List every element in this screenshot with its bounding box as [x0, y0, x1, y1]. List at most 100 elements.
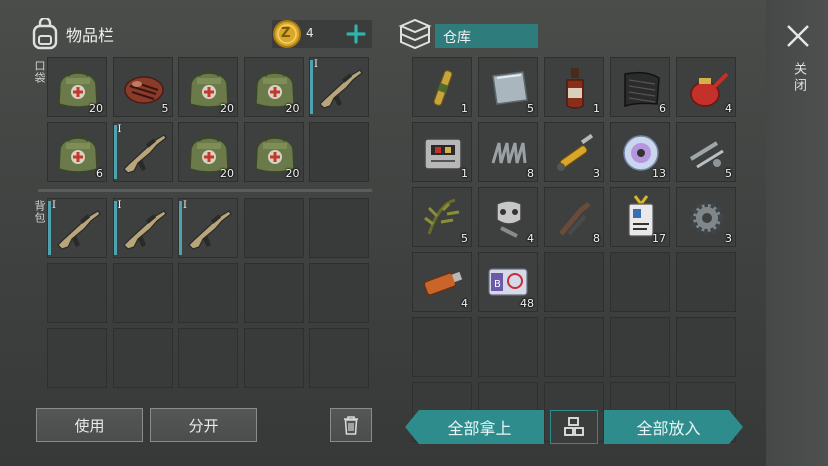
take-all-button[interactable]: 全部拿上 — [405, 410, 544, 444]
backpack-slot[interactable]: I — [47, 198, 107, 258]
rifle-icon — [120, 129, 168, 177]
storage-slot[interactable] — [544, 317, 604, 377]
item-count: 5 — [725, 167, 732, 180]
bolts-icon — [683, 129, 731, 177]
put-all-button[interactable]: 全部放入 — [604, 410, 743, 444]
storage-slot[interactable]: 4 — [676, 57, 736, 117]
inventory-header: 物品栏 — [30, 18, 114, 50]
item-count: 48 — [520, 297, 534, 310]
durability-bar — [310, 60, 313, 114]
pocket-slot[interactable]: I — [112, 122, 173, 182]
medkit-bag-icon — [54, 129, 102, 177]
backpack-slot[interactable] — [309, 263, 369, 323]
close-button[interactable] — [784, 22, 812, 50]
trash-icon — [344, 416, 358, 435]
plus-icon — [346, 24, 366, 44]
gear-icon — [683, 194, 731, 242]
storage-slot[interactable]: 5 — [412, 187, 472, 247]
rifle-icon — [120, 205, 168, 253]
storage-slot[interactable]: 1 — [412, 122, 472, 182]
storage-slot[interactable]: 3 — [544, 122, 604, 182]
storage-slot[interactable]: 5 — [676, 122, 736, 182]
storage-slot[interactable]: B 48 — [478, 252, 538, 312]
backpack-slot[interactable] — [112, 263, 173, 323]
pocket-slot[interactable]: 6 — [47, 122, 107, 182]
backpack-slot[interactable]: I — [178, 198, 238, 258]
tier-label: I — [52, 200, 56, 211]
discard-button[interactable] — [330, 408, 372, 442]
storage-slot[interactable] — [412, 317, 472, 377]
backpack-slot[interactable] — [178, 328, 238, 388]
backpack-slot[interactable] — [47, 263, 107, 323]
storage-slot[interactable] — [544, 252, 604, 312]
storage-slot[interactable]: 17 — [610, 187, 670, 247]
pocket-slot[interactable]: 20 — [243, 122, 304, 182]
tier-label: I — [117, 124, 122, 135]
storage-slot[interactable] — [610, 317, 670, 377]
pocket-label: 口袋 — [33, 60, 46, 84]
backpack-slot[interactable] — [47, 328, 107, 388]
durability-bar — [113, 125, 117, 179]
durability-bar — [48, 201, 51, 255]
inventory-title: 物品栏 — [66, 26, 115, 45]
backpack-slot[interactable] — [309, 328, 369, 388]
rubber-sheet-icon — [617, 64, 665, 112]
item-count: 5 — [461, 232, 468, 245]
item-count: 4 — [527, 232, 534, 245]
item-count: 20 — [285, 167, 300, 180]
svg-text:B: B — [494, 279, 501, 290]
item-count: 6 — [96, 167, 103, 180]
storage-slot[interactable] — [478, 317, 538, 377]
sort-button[interactable] — [550, 410, 598, 444]
split-button-label: 分开 — [188, 416, 219, 435]
ampoule-icon — [419, 64, 467, 112]
pocket-slot[interactable] — [309, 122, 369, 182]
storage-slot[interactable]: 1 — [412, 57, 472, 117]
storage-slot[interactable]: 1 — [544, 57, 604, 117]
durability-bar — [179, 201, 182, 255]
storage-slot[interactable]: 13 — [610, 122, 670, 182]
item-count: 1 — [593, 102, 600, 115]
rifle-icon — [316, 64, 364, 112]
storage-slot[interactable]: 6 — [610, 57, 670, 117]
item-count: 4 — [461, 297, 468, 310]
item-count: 20 — [220, 167, 234, 180]
add-coins-button[interactable] — [344, 20, 368, 48]
pocket-slot[interactable]: 20 — [178, 122, 238, 182]
bottle-icon — [551, 64, 599, 112]
item-count: 17 — [652, 232, 666, 245]
item-count: 20 — [220, 102, 234, 115]
pocket-slot[interactable]: 5 — [112, 57, 173, 117]
pocket-slot[interactable]: 20 — [47, 57, 107, 117]
use-button-label: 使用 — [74, 416, 105, 435]
storage-slot[interactable] — [676, 252, 736, 312]
pocket-slot[interactable]: 20 — [178, 57, 238, 117]
use-button[interactable]: 使用 — [36, 408, 143, 442]
grid-sort-icon — [564, 417, 584, 436]
split-button[interactable]: 分开 — [150, 408, 257, 442]
storage-slot[interactable] — [676, 317, 736, 377]
metal-plate-icon — [485, 64, 533, 112]
backpack-slot[interactable] — [243, 328, 304, 388]
backpack-slot[interactable] — [243, 263, 304, 323]
storage-slot[interactable]: 4 — [412, 252, 472, 312]
storage-slot[interactable]: 3 — [676, 187, 736, 247]
storage-title: 仓库 — [443, 30, 471, 46]
item-count: 4 — [725, 102, 732, 115]
backpack-slot[interactable] — [309, 198, 369, 258]
storage-slot[interactable]: 4 — [478, 187, 538, 247]
usb-drive-icon — [419, 259, 467, 307]
storage-slot[interactable] — [610, 252, 670, 312]
backpack-slot[interactable] — [243, 198, 304, 258]
durability-bar — [113, 201, 117, 255]
pocket-slot[interactable]: 20 — [243, 57, 304, 117]
storage-slot[interactable]: 5 — [478, 57, 538, 117]
backpack-slot[interactable]: I — [112, 198, 173, 258]
backpack-slot[interactable] — [178, 263, 238, 323]
storage-slot[interactable]: 8 — [478, 122, 538, 182]
coin-symbol: Z — [281, 26, 291, 41]
pocket-slot[interactable]: I — [309, 57, 369, 117]
backpack-slot[interactable] — [112, 328, 173, 388]
pipes-icon — [551, 194, 599, 242]
storage-slot[interactable]: 8 — [544, 187, 604, 247]
